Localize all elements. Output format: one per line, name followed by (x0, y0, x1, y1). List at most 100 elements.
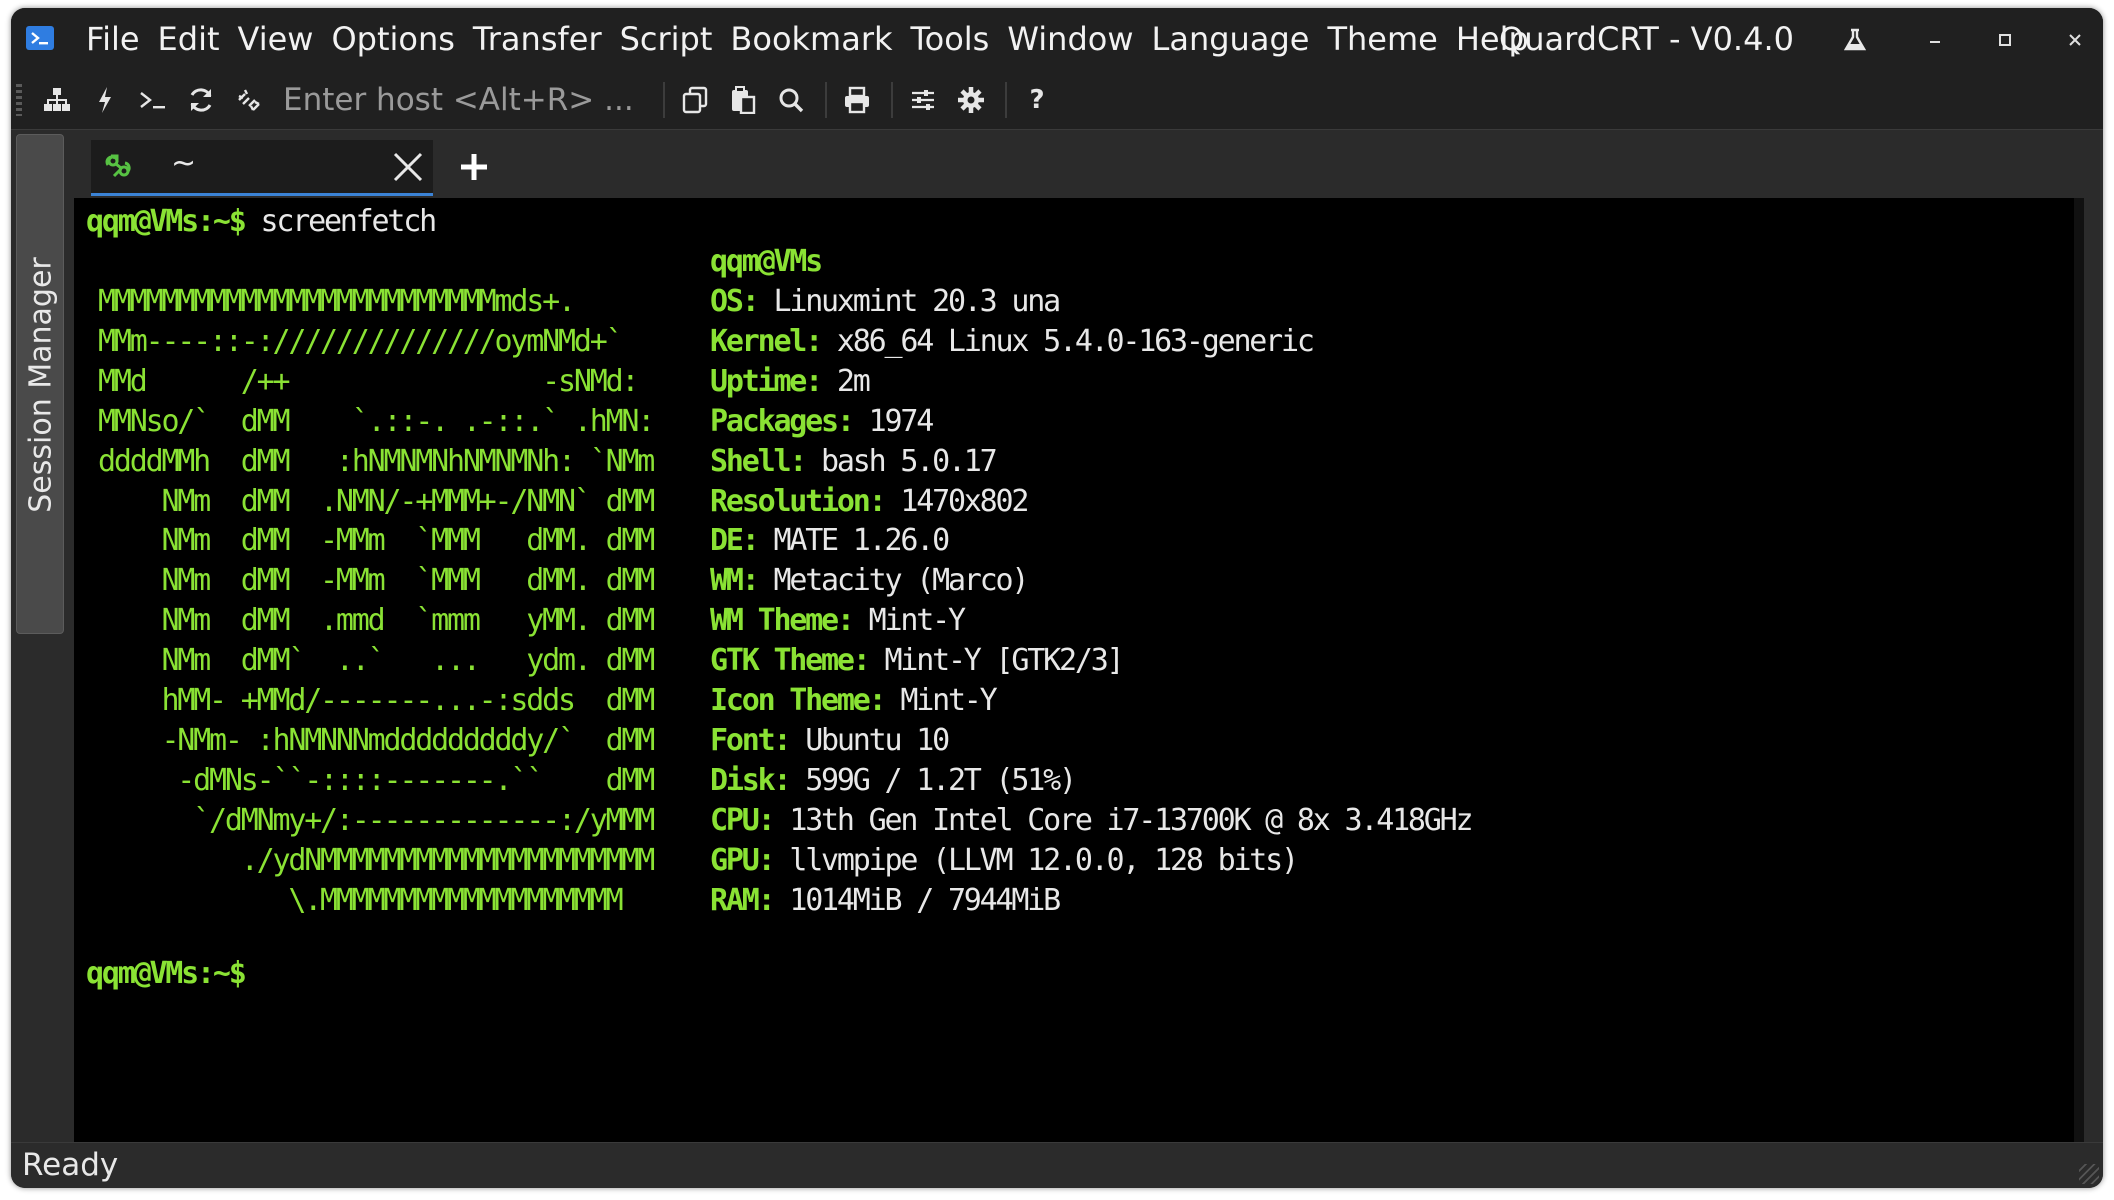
info-key: DE: (710, 523, 760, 559)
menu-window[interactable]: Window (998, 20, 1142, 58)
status-bar: Ready (11, 1142, 2103, 1188)
logo-line: MMMMMMMMMMMMMMMMMMMMMMMMMmds+. (98, 284, 576, 319)
menu-bookmark[interactable]: Bookmark (721, 20, 901, 58)
info-value: 1974 (868, 403, 935, 439)
session-options-icon[interactable] (907, 84, 939, 116)
info-key: Uptime: (710, 363, 823, 399)
toolbar-separator (891, 82, 893, 118)
tab-bar: ~ (71, 130, 2103, 198)
command-text: screenfetch (260, 204, 438, 239)
menu-tools[interactable]: Tools (902, 20, 999, 58)
info-line: Kernel: x86_64 Linux 5.4.0-163-generic (710, 322, 1315, 362)
logo-line: \.MMMMMMMMMMMMMMMMMMM (98, 882, 623, 918)
info-line: DE: MATE 1.26.0 (710, 521, 950, 561)
info-key: CPU: (710, 802, 776, 838)
logo-line: -dMNs-``-::::-------.`` dMM (98, 762, 655, 798)
toolbar-separator (1005, 82, 1007, 118)
info-line: Packages: 1974 (710, 402, 935, 442)
menu-bar: File Edit View Options Transfer Script B… (77, 8, 1538, 70)
status-text: Ready (22, 1147, 119, 1183)
info-key: Font: (710, 722, 792, 758)
info-value: 2m (836, 363, 871, 399)
app-window: File Edit View Options Transfer Script B… (11, 8, 2103, 1188)
close-icon[interactable] (2057, 26, 2093, 54)
info-line: WM Theme: Mint-Y (710, 601, 966, 641)
logo-line: MMm----::-://////////////oymNMd+` (98, 323, 624, 359)
toolbar-grip[interactable] (16, 84, 22, 116)
info-line: RAM: 1014MiB / 7944MiB (710, 881, 1061, 921)
prompt: qqm@VMs:~$ (86, 204, 247, 239)
info-value: llvmpipe (LLVM 12.0.0, 128 bits) (789, 842, 1299, 878)
info-key: Resolution: (710, 483, 887, 519)
info-key: WM Theme: (710, 603, 855, 639)
reconnect-icon[interactable] (185, 84, 217, 116)
info-line: GPU: llvmpipe (LLVM 12.0.0, 128 bits) (710, 841, 1299, 881)
menu-file[interactable]: File (77, 20, 149, 58)
info-line: Icon Theme: Mint-Y (710, 681, 998, 721)
maximize-icon[interactable] (1987, 26, 2023, 54)
info-value: Ubuntu 10 (805, 722, 950, 758)
menu-options[interactable]: Options (322, 20, 463, 58)
terminal-command-line: qqm@VMs:~$ screenfetch (86, 202, 438, 242)
logo-line: MMd /++ -sNMd: (98, 363, 639, 399)
logo-line: ./ydNMMMMMMMMMMMMMMMMMMMMM (98, 842, 656, 878)
info-value: 1470x802 (900, 483, 1029, 519)
info-line: Uptime: 2m (710, 362, 871, 402)
find-icon[interactable] (775, 84, 807, 116)
window-title: QuardCRT - V0.4.0 (1499, 20, 1794, 58)
connect-tree-icon[interactable] (41, 84, 73, 116)
logo-line: ddddMMh dMM :hNMNMNhNMNMNh: `NMm (98, 443, 655, 479)
terminal-scrollbar[interactable] (2074, 198, 2084, 1142)
logo-line: NMm dMM -MMm `MMM dMM. dMM (98, 523, 655, 559)
info-key: RAM: (710, 882, 776, 918)
session-manager-label: Session Manager (23, 257, 59, 513)
info-value: 13th Gen Intel Core i7-13700K @ 8x 3.418… (789, 802, 1473, 838)
menu-language[interactable]: Language (1143, 20, 1319, 58)
print-icon[interactable] (841, 84, 873, 116)
toolbar: ? (11, 70, 2103, 130)
app-logo-icon (26, 26, 54, 50)
copy-icon[interactable] (679, 84, 711, 116)
tab-title: ~ (171, 146, 197, 181)
tab-close-icon[interactable] (391, 150, 425, 184)
info-value: x86_64 Linux 5.4.0-163-generic (836, 323, 1315, 359)
session-manager-panel[interactable]: Session Manager (16, 134, 64, 634)
minimize-icon[interactable] (1917, 26, 1953, 54)
info-value: Mint-Y (900, 683, 997, 718)
logo-line: -NMm- :hNMNNNmdddddddddy/` dMM (98, 722, 655, 758)
settings-gear-icon[interactable] (955, 84, 987, 116)
info-value: 1014MiB / 7944MiB (789, 882, 1061, 918)
toolbar-separator (663, 82, 665, 118)
info-line: Shell: bash 5.0.17 (710, 442, 998, 482)
terminal-view[interactable]: qqm@VMs:~$ screenfetch qqm@VMs MMMMMMMMM… (74, 198, 2084, 1142)
menu-script[interactable]: Script (611, 20, 722, 58)
host-input[interactable] (283, 76, 651, 124)
info-key: GTK Theme: (710, 643, 871, 679)
tab-session[interactable]: ~ (91, 140, 433, 196)
info-value: bash 5.0.17 (821, 443, 998, 479)
connected-link-icon (105, 154, 131, 178)
menu-theme[interactable]: Theme (1318, 20, 1446, 58)
new-tab-plus-icon[interactable] (457, 150, 491, 184)
logo-line: NMm dMM .NMN/-+MMM+-/NMN` dMM (98, 483, 655, 519)
terminal-prompt-icon[interactable] (137, 84, 169, 116)
resize-grip[interactable] (2079, 1164, 2099, 1184)
info-value: Metacity (Marco) (773, 563, 1029, 599)
help-icon[interactable]: ? (1021, 84, 1053, 116)
info-line: GTK Theme: Mint-Y [GTK2/3] (710, 641, 1125, 681)
info-line: CPU: 13th Gen Intel Core i7-13700K @ 8x … (710, 801, 1474, 841)
logo-line: NMm dMM .mmd `mmm yMM. dMM (98, 603, 655, 639)
info-key: Icon Theme: (710, 683, 887, 718)
menu-transfer[interactable]: Transfer (464, 20, 611, 58)
menu-view[interactable]: View (229, 20, 323, 58)
title-menu-bar: File Edit View Options Transfer Script B… (11, 8, 2103, 70)
quick-connect-icon[interactable] (89, 84, 121, 116)
logo-line: hMM- +MMd/-------...-:sdds dMM (98, 683, 655, 718)
info-key: Shell: (710, 443, 807, 479)
menu-edit[interactable]: Edit (149, 20, 229, 58)
paste-icon[interactable] (727, 84, 759, 116)
logo-line: MMNso/` dMM `.::-. .-::.` .hMN: (98, 403, 655, 439)
logo-line: NMm dMM -MMm `MMM dMM. dMM (98, 563, 655, 599)
lab-flask-icon[interactable] (1837, 26, 1873, 54)
disconnect-icon[interactable] (233, 84, 265, 116)
